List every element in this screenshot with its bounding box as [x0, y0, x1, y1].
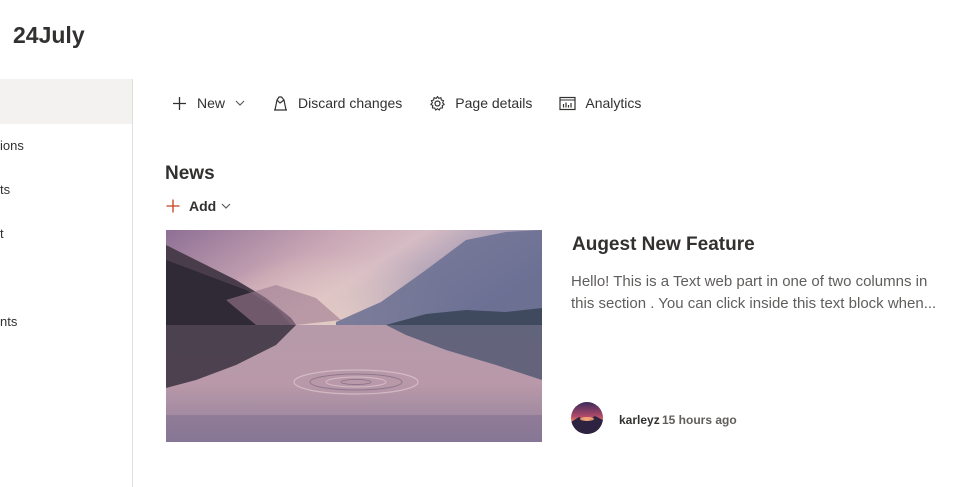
analytics-icon	[558, 94, 576, 112]
chevron-down-icon[interactable]	[235, 100, 245, 106]
left-navigation: ions ts t nts	[0, 79, 133, 487]
plus-icon	[166, 199, 180, 213]
nav-item-1[interactable]: ions	[0, 138, 24, 153]
discard-icon	[271, 94, 289, 112]
page-details-button[interactable]: Page details	[428, 90, 532, 116]
chevron-down-icon	[221, 203, 231, 209]
news-heading: News	[165, 163, 215, 184]
nav-item-4[interactable]: nts	[0, 314, 17, 329]
discard-changes-button[interactable]: Discard changes	[271, 90, 402, 116]
analytics-label: Analytics	[585, 95, 642, 111]
post-time: 15 hours ago	[662, 413, 737, 427]
article-description: Hello! This is a Text web part in one of…	[571, 271, 963, 315]
command-bar: New Discard changes Page details Analyti…	[170, 90, 667, 116]
article-description-line-1: Hello! This is a Text web part in one of…	[571, 273, 928, 290]
nav-item-3[interactable]: t	[0, 226, 4, 241]
author-name[interactable]: karleyz	[619, 413, 660, 427]
new-button[interactable]: New	[170, 90, 245, 116]
article-description-line-2: this section . You can click inside this…	[571, 295, 937, 312]
new-label: New	[197, 95, 226, 111]
avatar[interactable]	[571, 402, 603, 434]
gear-icon	[428, 94, 446, 112]
analytics-button[interactable]: Analytics	[558, 90, 641, 116]
plus-icon	[170, 94, 188, 112]
nav-item-2[interactable]: ts	[0, 182, 10, 197]
add-label: Add	[189, 198, 217, 214]
page-details-label: Page details	[455, 95, 533, 111]
discard-changes-label: Discard changes	[298, 95, 403, 111]
article-title-link[interactable]: Augest New Feature	[572, 234, 755, 256]
site-title: 24July	[13, 22, 85, 48]
add-news-button[interactable]: Add	[166, 198, 231, 214]
news-thumbnail-image[interactable]	[166, 230, 542, 442]
nav-item-selected[interactable]	[0, 79, 132, 124]
